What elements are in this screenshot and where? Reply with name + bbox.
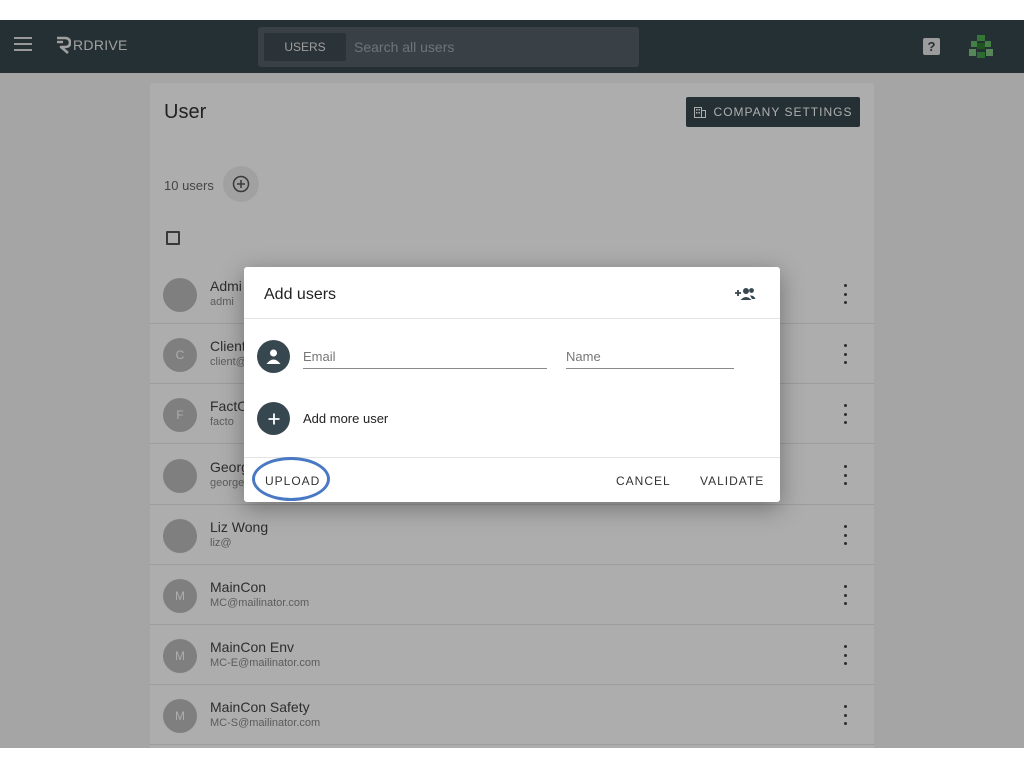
dialog-header-divider	[244, 318, 780, 319]
add-more-user-label[interactable]: Add more user	[303, 411, 388, 426]
upload-button[interactable]: UPLOAD	[265, 474, 320, 488]
email-input[interactable]	[303, 345, 547, 367]
dialog-footer-divider	[244, 457, 780, 458]
dialog-title: Add users	[264, 286, 337, 303]
name-input[interactable]	[566, 345, 734, 367]
cancel-button[interactable]: CANCEL	[616, 474, 671, 488]
validate-button[interactable]: VALIDATE	[700, 474, 764, 488]
plus-icon	[268, 413, 279, 424]
add-more-user-button[interactable]	[257, 402, 290, 435]
app-viewport: RDRIVE USERS ? User COMPANY	[0, 20, 1024, 748]
name-field	[566, 345, 734, 369]
group-add-icon[interactable]	[734, 286, 756, 302]
person-icon	[257, 340, 290, 373]
email-field	[303, 345, 547, 369]
add-users-dialog: Add users Add more user	[244, 267, 780, 502]
